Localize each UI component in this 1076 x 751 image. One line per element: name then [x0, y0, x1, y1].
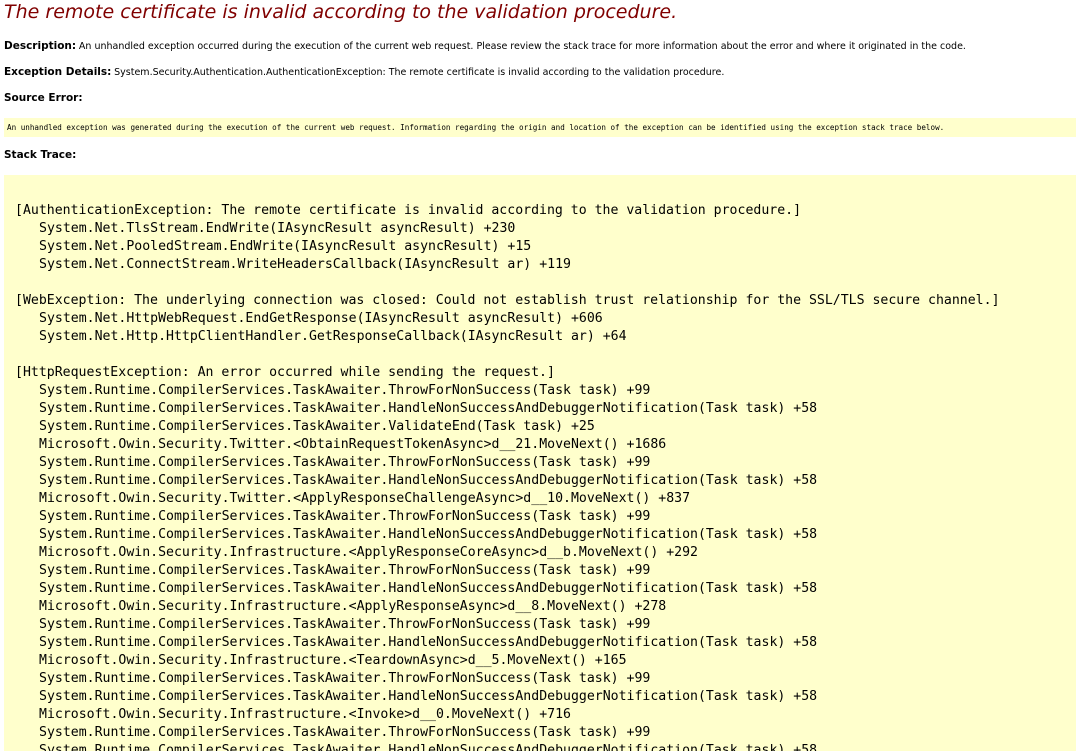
- stack-frame: Microsoft.Owin.Security.Twitter.<ObtainR…: [39, 437, 667, 452]
- stack-frame: System.Net.TlsStream.EndWrite(IAsyncResu…: [39, 221, 516, 236]
- stack-trace-spacer: [15, 346, 1000, 364]
- stack-frame: System.Runtime.CompilerServices.TaskAwai…: [39, 473, 818, 488]
- exception-details-text: System.Security.Authentication.Authentic…: [114, 67, 725, 78]
- exception-details-row: Exception Details: System.Security.Authe…: [4, 66, 724, 78]
- stack-frame: System.Runtime.CompilerServices.TaskAwai…: [39, 563, 651, 578]
- stack-trace-spacer: [15, 274, 1000, 292]
- stack-frame: System.Runtime.CompilerServices.TaskAwai…: [39, 743, 818, 751]
- stack-frame: System.Runtime.CompilerServices.TaskAwai…: [39, 419, 595, 434]
- exception-details-label: Exception Details:: [4, 66, 112, 78]
- exception-header: [WebException: The underlying connection…: [15, 293, 1000, 308]
- stack-frame: System.Runtime.CompilerServices.TaskAwai…: [39, 401, 818, 416]
- description-row: Description: An unhandled exception occu…: [4, 40, 966, 52]
- stack-frame: System.Runtime.CompilerServices.TaskAwai…: [39, 671, 651, 686]
- description-text: An unhandled exception occurred during t…: [78, 41, 966, 52]
- description-label: Description:: [4, 40, 77, 52]
- source-error-row: Source Error:: [4, 92, 83, 104]
- stack-frame: Microsoft.Owin.Security.Infrastructure.<…: [39, 707, 571, 722]
- stack-frame: System.Runtime.CompilerServices.TaskAwai…: [39, 617, 651, 632]
- stack-frame: System.Net.HttpWebRequest.EndGetResponse…: [39, 311, 603, 326]
- stack-frame: Microsoft.Owin.Security.Infrastructure.<…: [39, 653, 627, 668]
- stack-frame: System.Runtime.CompilerServices.TaskAwai…: [39, 383, 651, 398]
- stack-frame: Microsoft.Owin.Security.Infrastructure.<…: [39, 599, 667, 614]
- stack-frame: System.Runtime.CompilerServices.TaskAwai…: [39, 581, 818, 596]
- stack-trace-content: [AuthenticationException: The remote cer…: [15, 202, 1000, 751]
- stack-frame: System.Runtime.CompilerServices.TaskAwai…: [39, 725, 651, 740]
- stack-frame: System.Runtime.CompilerServices.TaskAwai…: [39, 509, 651, 524]
- stack-frame: System.Runtime.CompilerServices.TaskAwai…: [39, 455, 651, 470]
- stack-frame: System.Runtime.CompilerServices.TaskAwai…: [39, 635, 818, 650]
- source-error-box: An unhandled exception was generated dur…: [4, 118, 1076, 137]
- stack-trace-row: Stack Trace:: [4, 149, 76, 161]
- stack-frame: System.Net.PooledStream.EndWrite(IAsyncR…: [39, 239, 532, 254]
- exception-header: [AuthenticationException: The remote cer…: [15, 203, 802, 218]
- exception-header: [HttpRequestException: An error occurred…: [15, 365, 555, 380]
- stack-frame: System.Runtime.CompilerServices.TaskAwai…: [39, 689, 818, 704]
- stack-frame: Microsoft.Owin.Security.Twitter.<ApplyRe…: [39, 491, 691, 506]
- stack-trace-label: Stack Trace:: [4, 149, 77, 161]
- page-title: The remote certificate is invalid accord…: [4, 1, 678, 23]
- stack-frame: System.Net.ConnectStream.WriteHeadersCal…: [39, 257, 571, 272]
- stack-trace-box: [AuthenticationException: The remote cer…: [4, 175, 1076, 751]
- stack-frame: System.Runtime.CompilerServices.TaskAwai…: [39, 527, 818, 542]
- stack-frame: System.Net.Http.HttpClientHandler.GetRes…: [39, 329, 627, 344]
- source-error-text: An unhandled exception was generated dur…: [7, 123, 945, 132]
- source-error-label: Source Error:: [4, 92, 83, 104]
- stack-frame: Microsoft.Owin.Security.Infrastructure.<…: [39, 545, 698, 560]
